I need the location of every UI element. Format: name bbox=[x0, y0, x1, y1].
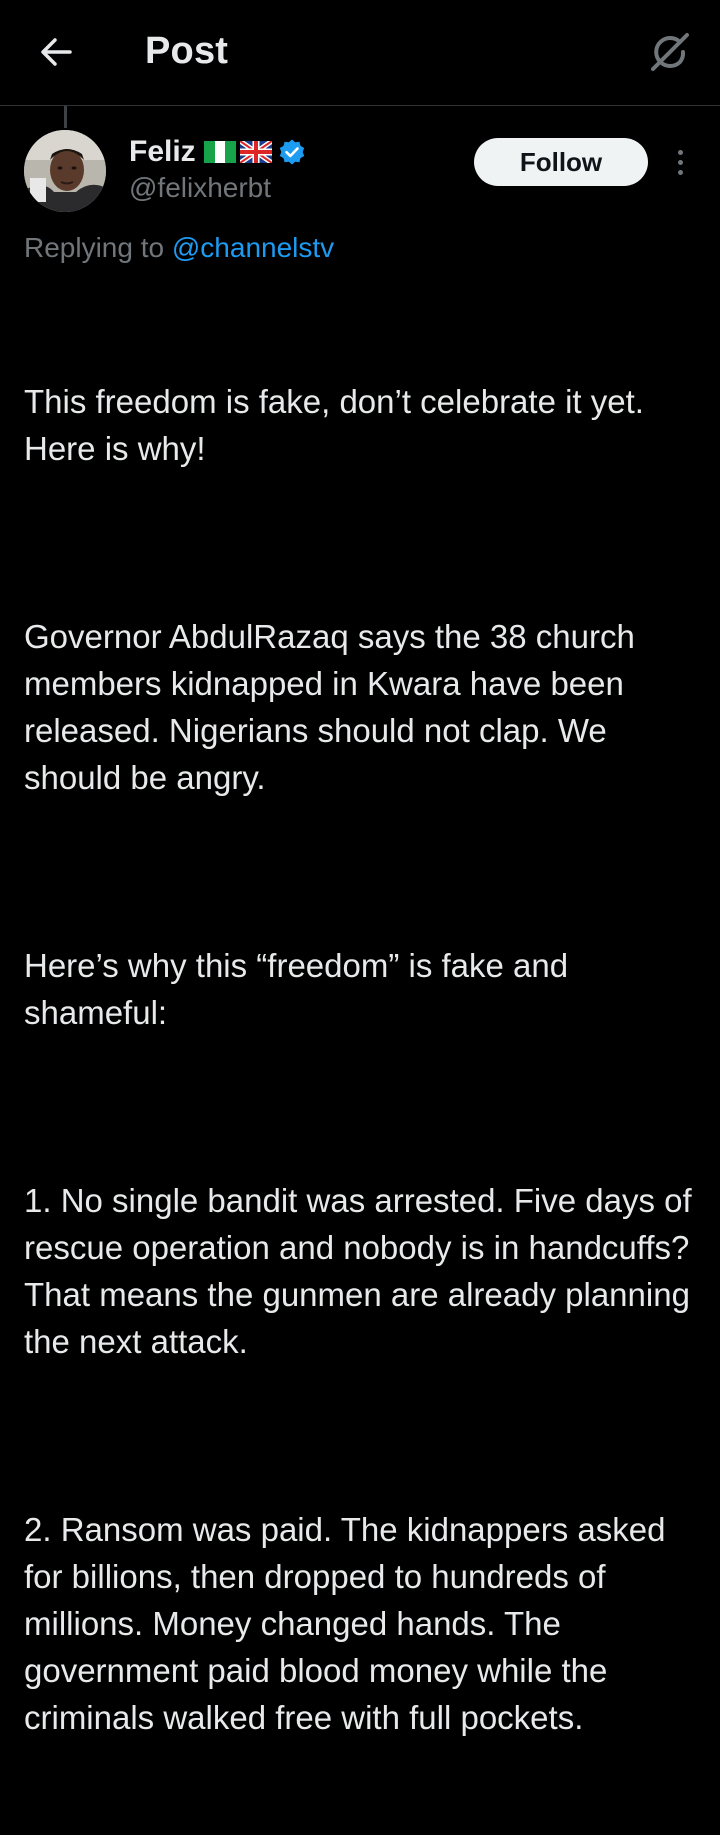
verified-badge-icon bbox=[279, 139, 304, 165]
more-dot-icon bbox=[677, 149, 683, 155]
post-paragraph: 2. Ransom was paid. The kidnappers asked… bbox=[24, 1511, 675, 1736]
post-text: This freedom is fake, don’t celebrate it… bbox=[24, 284, 700, 1835]
avatar-photo bbox=[24, 130, 106, 212]
top-bar: Post bbox=[0, 0, 720, 106]
nigeria-flag-icon bbox=[203, 141, 236, 163]
author-display-name[interactable]: Feliz bbox=[129, 135, 196, 169]
more-dot-icon bbox=[677, 159, 683, 165]
arrow-left-icon bbox=[41, 38, 72, 66]
author-handle[interactable]: @felixherbt bbox=[129, 172, 271, 204]
back-button[interactable] bbox=[30, 26, 82, 78]
replying-to-line: Replying to @channelstv bbox=[24, 232, 334, 264]
more-dot-icon bbox=[677, 169, 683, 175]
grok-icon bbox=[651, 33, 689, 71]
more-options-button[interactable] bbox=[664, 140, 696, 184]
author-name-row[interactable]: Feliz bbox=[129, 134, 306, 170]
avatar[interactable] bbox=[24, 130, 106, 212]
replying-to-label: Replying to bbox=[24, 232, 165, 263]
follow-button[interactable]: Follow bbox=[474, 138, 648, 186]
post-paragraph: This freedom is fake, don’t celebrate it… bbox=[24, 383, 654, 467]
post-paragraph: 1. No single bandit was arrested. Five d… bbox=[24, 1182, 701, 1360]
thread-connector-line bbox=[64, 106, 67, 128]
post-paragraph: Governor AbdulRazaq says the 38 church m… bbox=[24, 618, 645, 796]
uk-flag-icon bbox=[239, 141, 272, 163]
replying-to-handle-link[interactable]: @channelstv bbox=[172, 232, 334, 263]
grok-button[interactable] bbox=[644, 26, 696, 78]
post-paragraph: Here’s why this “freedom” is fake and sh… bbox=[24, 947, 578, 1031]
page-title: Post bbox=[145, 30, 229, 72]
